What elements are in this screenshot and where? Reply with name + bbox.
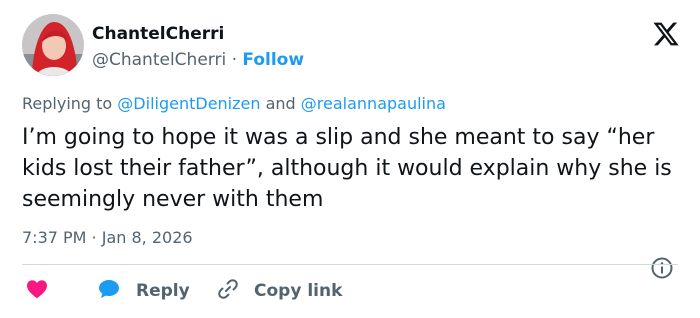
like-button[interactable] <box>24 276 50 306</box>
separator: · <box>226 50 243 70</box>
replying-prefix: Replying to <box>22 94 118 113</box>
copy-link-button[interactable]: Copy link <box>216 276 342 306</box>
follow-button[interactable]: Follow <box>242 50 304 70</box>
divider <box>22 264 678 265</box>
replying-to: Replying to @DiligentDenizen and @realan… <box>22 94 446 113</box>
avatar[interactable] <box>22 14 84 76</box>
reply-button[interactable]: Reply <box>96 276 190 306</box>
tweet-header: ChantelCherri @ChantelCherri · Follow <box>22 14 692 84</box>
timestamp[interactable]: 7:37 PM · Jan 8, 2026 <box>22 228 193 247</box>
copy-link-label: Copy link <box>254 281 343 301</box>
x-logo-icon[interactable] <box>652 20 680 48</box>
mention-diligentdenizen[interactable]: @DiligentDenizen <box>117 94 260 113</box>
tweet-text: I’m going to hope it was a slip and she … <box>22 125 672 212</box>
action-bar: Reply Copy link <box>22 276 682 306</box>
reply-label: Reply <box>136 281 190 301</box>
replying-joiner: and <box>260 94 301 113</box>
mention-realannapaulina[interactable]: @realannapaulina <box>301 94 446 113</box>
link-icon <box>216 277 240 305</box>
display-name[interactable]: ChantelCherri <box>92 24 224 44</box>
handle-row: @ChantelCherri · Follow <box>92 50 304 70</box>
heart-icon <box>24 277 50 305</box>
speech-bubble-icon <box>96 277 122 305</box>
user-handle[interactable]: @ChantelCherri <box>92 50 226 70</box>
